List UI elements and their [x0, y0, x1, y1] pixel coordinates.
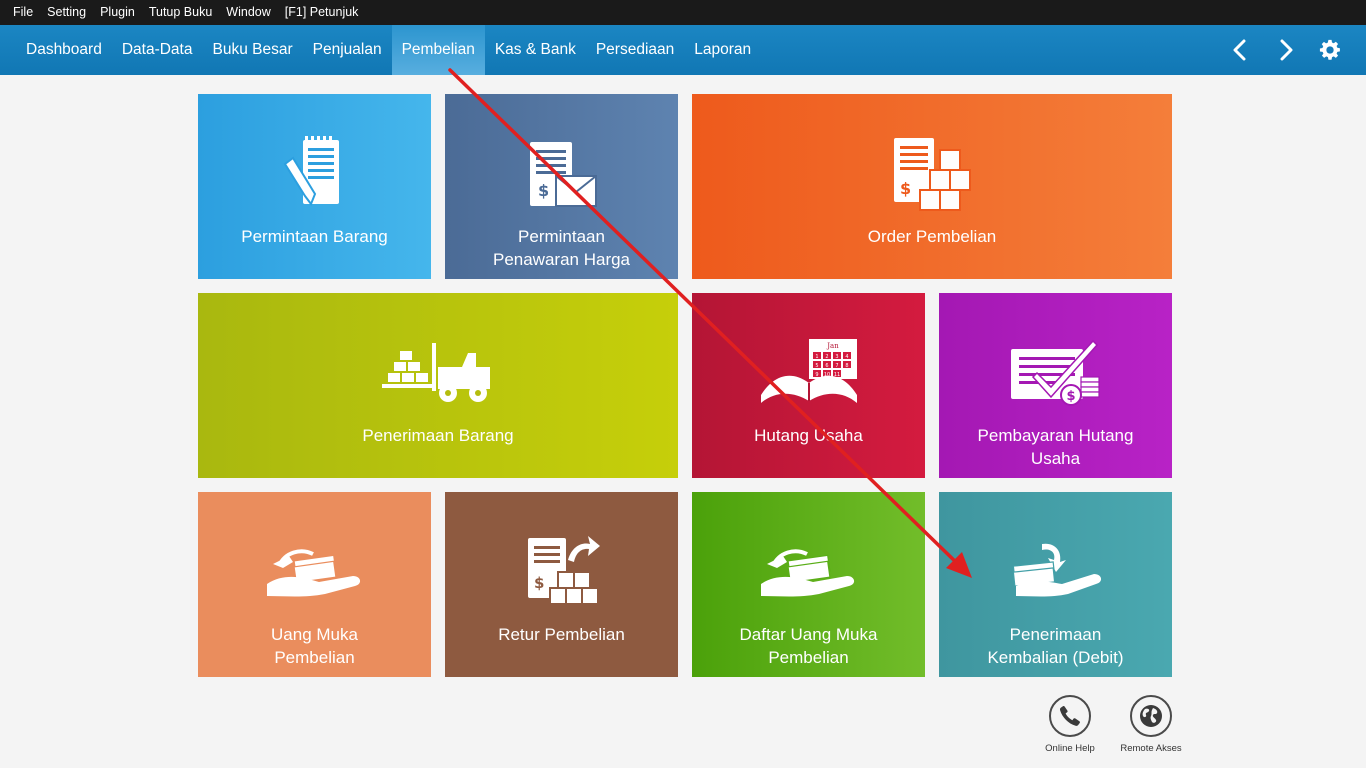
gear-icon: [1319, 39, 1340, 60]
calendar-day: 9: [815, 372, 818, 378]
svg-text:$: $: [538, 181, 549, 200]
tile-label-line1: Penerimaan: [1009, 625, 1102, 644]
tile-label: Penerimaan Barang: [362, 426, 514, 445]
tab-pembelian[interactable]: Pembelian: [391, 25, 485, 75]
menu-tutup-buku[interactable]: Tutup Buku: [142, 0, 219, 25]
tab-dashboard[interactable]: Dashboard: [16, 25, 112, 75]
menu-setting[interactable]: Setting: [40, 0, 93, 25]
tile-permintaan-barang[interactable]: Permintaan Barang: [198, 94, 431, 279]
back-button[interactable]: [1222, 25, 1258, 75]
svg-text:$: $: [1066, 389, 1075, 404]
forklift-icon: [382, 343, 490, 402]
tab-buku-besar[interactable]: Buku Besar: [202, 25, 302, 75]
calendar-book-icon: Jan 1 2 3 4 5 6 7 8 9 10 11: [760, 339, 857, 403]
tab-laporan[interactable]: Laporan: [684, 25, 761, 75]
tile-label-line2: Penawaran Harga: [492, 250, 631, 269]
online-help-circle: [1049, 695, 1091, 737]
calendar-day: 4: [845, 354, 848, 360]
hand-receive-cash-icon: [1012, 543, 1101, 597]
tile-label: Retur Pembelian: [498, 625, 625, 644]
menu-window[interactable]: Window: [219, 0, 277, 25]
forward-icon: [1280, 39, 1293, 61]
online-help-label: Online Help: [1045, 743, 1095, 754]
svg-text:$: $: [534, 574, 544, 592]
tile-label-line2: Kembalian (Debit): [987, 648, 1124, 667]
tile-pembayaran-hutang-usaha[interactable]: $ Pembayaran Hutang Usaha: [939, 293, 1172, 478]
tile-label-line2: Usaha: [1030, 449, 1081, 468]
online-help-button[interactable]: Online Help: [1035, 695, 1105, 754]
tile-penerimaan-kembalian-debit[interactable]: Penerimaan Kembalian (Debit): [939, 492, 1172, 677]
calendar-day: 3: [835, 354, 838, 360]
calendar-day: 8: [845, 363, 848, 369]
remote-akses-button[interactable]: Remote Akses: [1116, 695, 1186, 754]
menu-file[interactable]: File: [6, 0, 40, 25]
calendar-month: Jan: [826, 342, 839, 350]
tab-kas-bank[interactable]: Kas & Bank: [485, 25, 586, 75]
menu-bar: File Setting Plugin Tutup Buku Window [F…: [0, 0, 1366, 25]
tile-uang-muka-pembelian[interactable]: Uang Muka Pembelian: [198, 492, 431, 677]
nav-bar: Dashboard Data-Data Buku Besar Penjualan…: [0, 25, 1366, 75]
tile-retur-pembelian[interactable]: $ Retur Pembelian: [445, 492, 678, 677]
remote-akses-label: Remote Akses: [1120, 743, 1182, 754]
back-icon: [1233, 39, 1246, 61]
hand-cash-icon: [266, 549, 360, 597]
settings-button[interactable]: [1312, 25, 1348, 75]
phone-icon: [1059, 705, 1080, 726]
tile-label-line2: Pembelian: [768, 648, 849, 667]
remote-akses-circle: [1130, 695, 1172, 737]
tab-persediaan[interactable]: Persediaan: [586, 25, 684, 75]
tab-penjualan[interactable]: Penjualan: [303, 25, 392, 75]
calendar-day: 2: [825, 354, 828, 360]
tile-permintaan-penawaran-harga[interactable]: $ Permintaan Penawaran Harga: [445, 94, 678, 279]
tile-label-line2: Pembelian: [274, 648, 355, 667]
tile-label: Permintaan Barang: [241, 227, 388, 246]
invoice-boxes-icon: $: [894, 138, 971, 211]
tile-order-pembelian[interactable]: $ Order Pembelian: [692, 94, 1172, 279]
tile-daftar-uang-muka-pembelian[interactable]: Daftar Uang Muka Pembelian: [692, 492, 925, 677]
calendar-day: 7: [835, 363, 838, 369]
tile-label: Hutang Usaha: [754, 426, 863, 445]
hand-cash-icon: [760, 549, 854, 597]
tile-label: Order Pembelian: [867, 227, 997, 246]
tile-label-line1: Daftar Uang Muka: [739, 625, 878, 644]
calendar-day: 6: [825, 363, 828, 369]
menu-plugin[interactable]: Plugin: [93, 0, 142, 25]
calendar-day: 5: [815, 363, 818, 369]
tile-label-line1: Permintaan: [518, 227, 605, 246]
notepad-pencil-icon: [283, 136, 339, 207]
tile-hutang-usaha[interactable]: Jan 1 2 3 4 5 6 7 8 9 10 11 Hutang Usaha: [692, 293, 925, 478]
globe-icon: [1140, 705, 1162, 727]
forward-button[interactable]: [1268, 25, 1304, 75]
tile-label-line1: Pembayaran Hutang: [977, 426, 1134, 445]
invoice-envelope-icon: $: [529, 142, 597, 207]
nav-tabs: Dashboard Data-Data Buku Besar Penjualan…: [16, 25, 761, 75]
tile-penerimaan-barang[interactable]: Penerimaan Barang: [198, 293, 678, 478]
return-invoice-icon: $: [527, 536, 600, 605]
svg-text:$: $: [900, 179, 911, 198]
tile-label-line1: Uang Muka: [271, 625, 358, 644]
calendar-day: 1: [815, 354, 818, 360]
checked-invoice-coins-icon: $: [1010, 339, 1100, 406]
menu-petunjuk[interactable]: [F1] Petunjuk: [278, 0, 366, 25]
tab-data-data[interactable]: Data-Data: [112, 25, 203, 75]
